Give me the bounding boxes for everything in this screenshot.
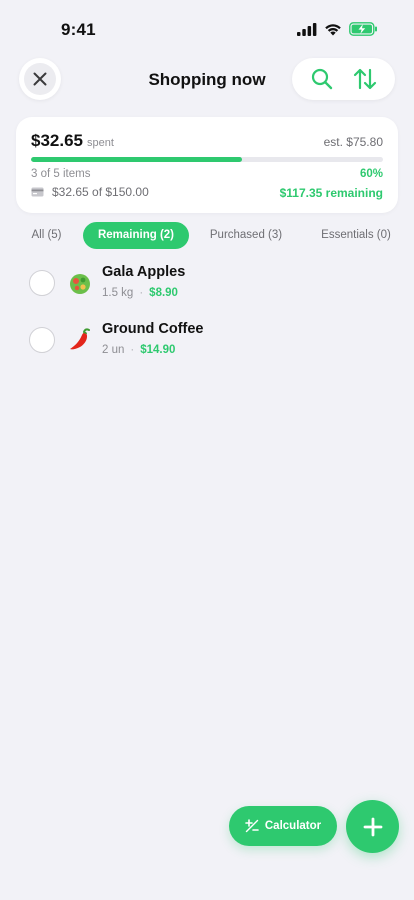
header-actions xyxy=(292,58,395,100)
credit-card-icon xyxy=(31,187,44,197)
signal-icon xyxy=(297,22,317,36)
items-progress: 3 of 5 items xyxy=(31,168,91,180)
tab-essentials[interactable]: Essentials (0) xyxy=(309,222,403,249)
plus-minus-icon xyxy=(245,819,259,833)
spent-label: spent xyxy=(87,137,114,149)
item-name: Ground Coffee xyxy=(102,321,204,337)
item-name: Gala Apples xyxy=(102,264,186,280)
progress-fill xyxy=(31,157,243,162)
budget-text: $32.65 of $150.00 xyxy=(52,185,149,199)
battery-charging-icon xyxy=(349,22,377,36)
tab-all[interactable]: All (5) xyxy=(22,222,71,249)
spent-group: $32.65 spent xyxy=(31,131,114,151)
item-price: $14.90 xyxy=(140,344,176,356)
header: Shopping now xyxy=(0,58,414,102)
search-icon xyxy=(311,68,332,90)
item-price: $8.90 xyxy=(149,287,178,299)
item-meta: 1.5 kg · $8.90 xyxy=(102,287,178,299)
calculator-button[interactable]: Calculator xyxy=(229,806,337,846)
plus-icon xyxy=(363,817,382,836)
calculator-label: Calculator xyxy=(264,820,322,832)
separator-dot: · xyxy=(139,287,144,299)
tab-purchased[interactable]: Purchased (3) xyxy=(199,222,293,249)
progress-percent: 60% xyxy=(359,168,383,180)
items-progress-row: 3 of 5 items 60% xyxy=(31,168,383,180)
salad-icon xyxy=(67,270,93,296)
progress-bar xyxy=(31,157,383,162)
item-checkbox[interactable] xyxy=(29,327,55,353)
list-item[interactable]: Gala Apples 1.5 kg · $8.90 xyxy=(0,260,414,308)
status-bar: 9:41 xyxy=(0,0,414,56)
status-time: 9:41 xyxy=(61,20,96,39)
item-checkbox[interactable] xyxy=(29,270,55,296)
filter-tabs: All (5) Remaining (2) Purchased (3) Esse… xyxy=(0,222,414,249)
list-item[interactable]: Ground Coffee 2 un · $14.90 xyxy=(0,317,414,365)
remaining-amount: $117.35 remaining xyxy=(279,186,383,200)
budget-group: $32.65 of $150.00 xyxy=(31,185,149,199)
search-button[interactable] xyxy=(304,61,340,97)
spent-amount: $32.65 xyxy=(31,131,83,150)
summary-card: $32.65 spent est. $75.80 3 of 5 items 60%… xyxy=(16,117,398,213)
spent-row: $32.65 spent est. $75.80 xyxy=(31,131,383,151)
wifi-icon xyxy=(325,23,341,35)
budget-row: $32.65 of $150.00 $117.35 remaining xyxy=(31,185,383,200)
item-quantity: 2 un xyxy=(102,344,125,356)
sort-button[interactable] xyxy=(347,61,383,97)
separator-dot: · xyxy=(130,344,135,356)
sort-arrows-icon xyxy=(354,68,377,90)
add-item-button[interactable] xyxy=(346,800,399,853)
item-quantity: 1.5 kg xyxy=(102,287,134,299)
chili-pepper-icon xyxy=(67,327,93,353)
status-icons xyxy=(297,22,378,36)
item-meta: 2 un · $14.90 xyxy=(102,344,175,356)
tab-remaining[interactable]: Remaining (2) xyxy=(83,222,189,249)
estimate-total: est. $75.80 xyxy=(323,135,383,149)
